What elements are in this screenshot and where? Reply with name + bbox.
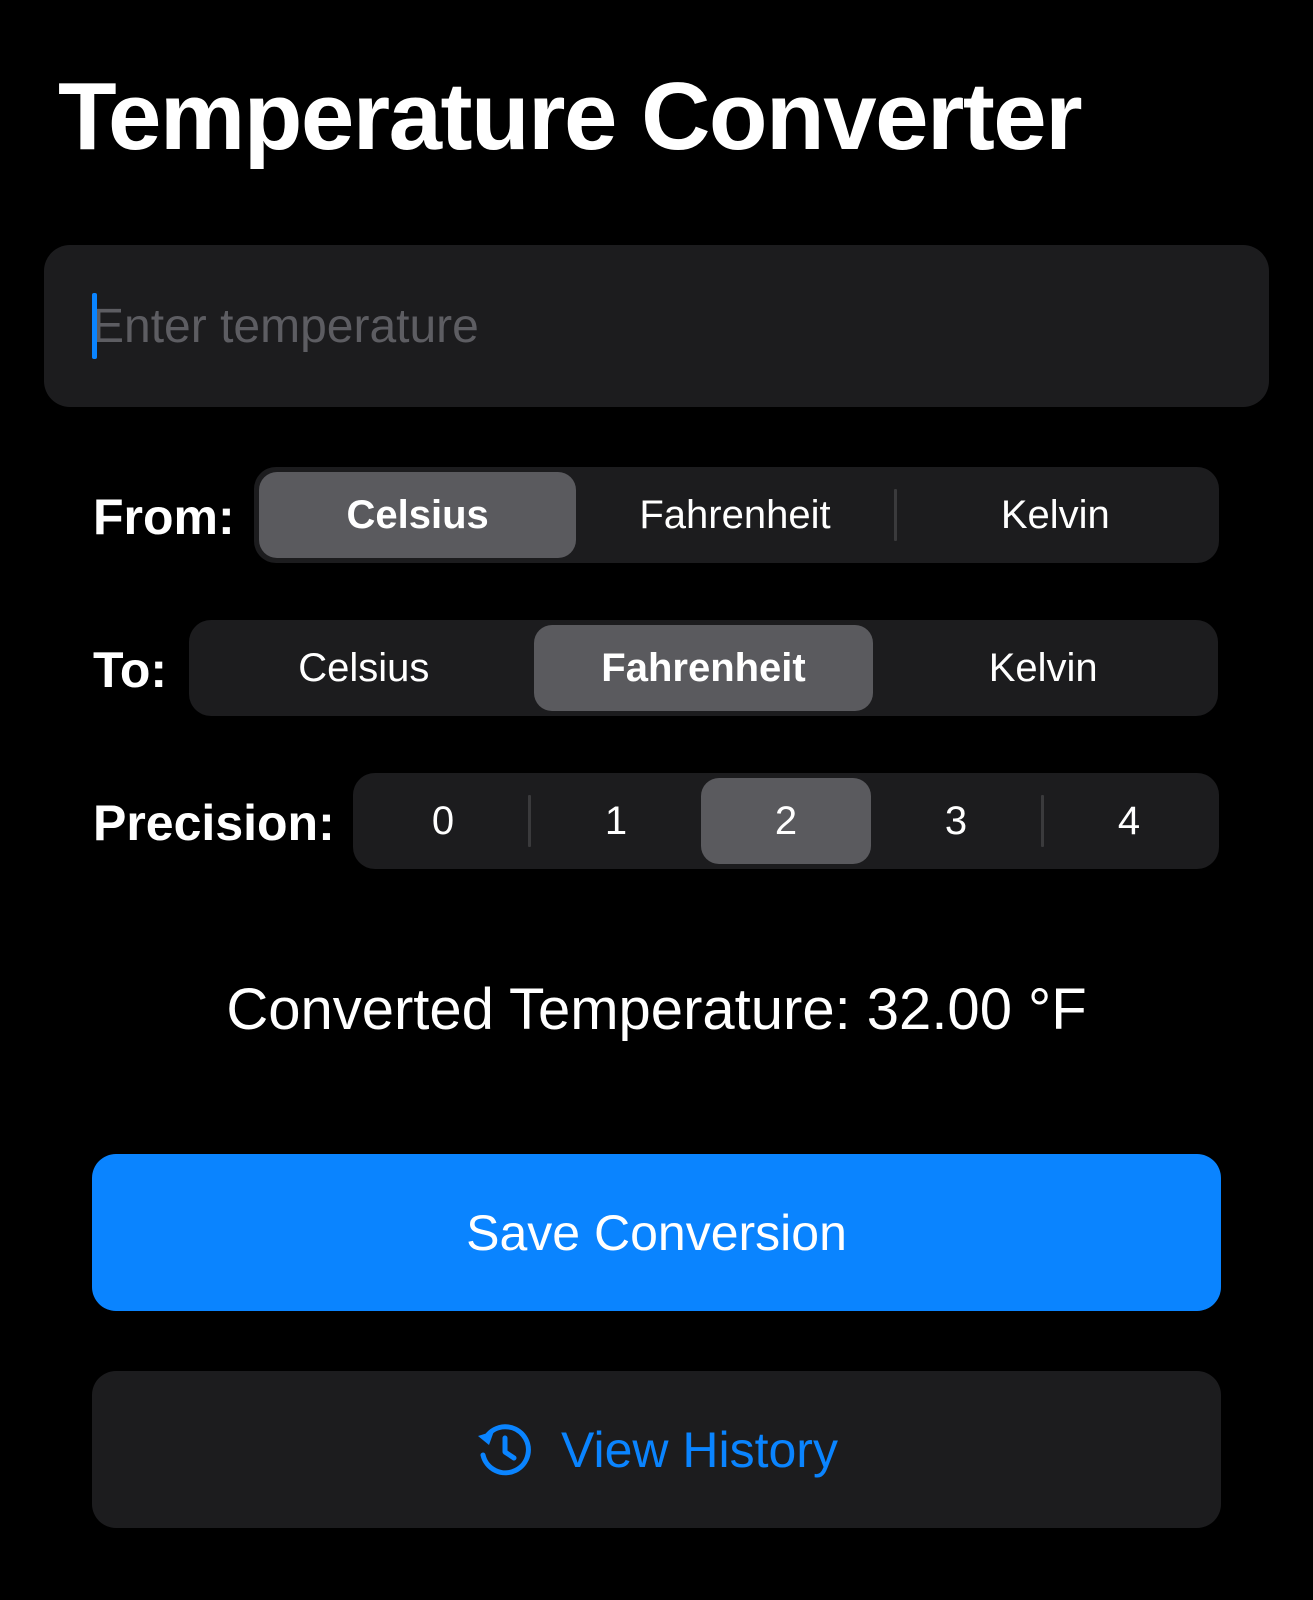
from-unit-picker[interactable]: Celsius Fahrenheit Kelvin xyxy=(254,467,1219,563)
precision-option-0[interactable]: 0 xyxy=(358,778,528,864)
clock-history-icon xyxy=(475,1421,533,1479)
from-option-fahrenheit[interactable]: Fahrenheit xyxy=(576,472,893,558)
text-cursor xyxy=(92,293,97,359)
temperature-input[interactable] xyxy=(92,245,1232,407)
to-option-celsius[interactable]: Celsius xyxy=(194,625,534,711)
save-conversion-button[interactable]: Save Conversion xyxy=(92,1154,1221,1311)
from-option-kelvin[interactable]: Kelvin xyxy=(897,472,1214,558)
to-unit-picker[interactable]: Celsius Fahrenheit Kelvin xyxy=(189,620,1218,716)
from-option-celsius[interactable]: Celsius xyxy=(259,472,577,558)
precision-picker[interactable]: 0 1 2 3 4 xyxy=(353,773,1219,869)
precision-option-1[interactable]: 1 xyxy=(531,778,701,864)
page-title: Temperature Converter xyxy=(58,63,1083,170)
precision-option-2[interactable]: 2 xyxy=(701,778,871,864)
precision-label: Precision: xyxy=(93,795,335,851)
save-conversion-label: Save Conversion xyxy=(466,1204,847,1261)
to-label: To: xyxy=(93,642,168,698)
precision-option-4[interactable]: 4 xyxy=(1044,778,1214,864)
view-history-button[interactable]: View History xyxy=(92,1371,1221,1528)
converted-temperature-text: Converted Temperature: 32.00 °F xyxy=(226,977,1087,1042)
precision-option-3[interactable]: 3 xyxy=(871,778,1041,864)
to-option-fahrenheit[interactable]: Fahrenheit xyxy=(533,625,874,711)
view-history-label: View History xyxy=(561,1421,838,1478)
from-label: From: xyxy=(93,489,235,545)
temperature-input-container[interactable] xyxy=(44,245,1269,407)
to-option-kelvin[interactable]: Kelvin xyxy=(873,625,1213,711)
